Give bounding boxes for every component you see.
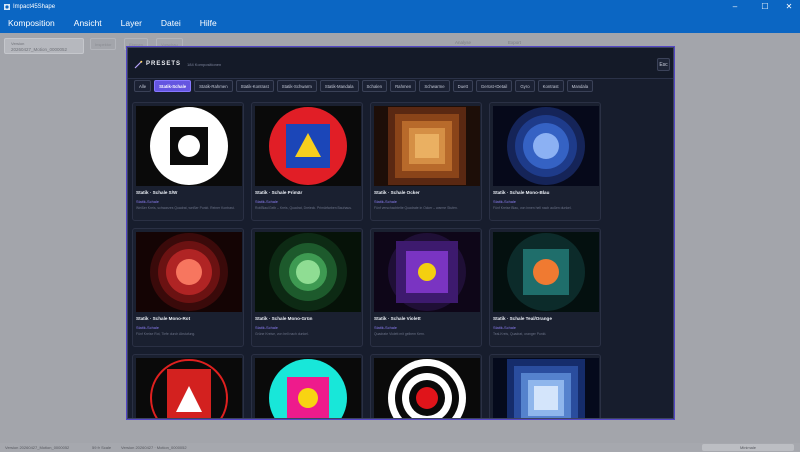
menu-hilfe[interactable]: Hilfe	[200, 18, 217, 28]
minimize-icon[interactable]: –	[722, 0, 748, 13]
dialog-subtitle: 184 Kompositionen	[187, 62, 222, 67]
preset-description: Weißer Kreis, schwarzes Quadrat, weißer …	[136, 206, 235, 210]
preset-title: Statik · Schale S/W	[136, 190, 178, 195]
preset-thumbnail	[255, 232, 361, 312]
status-bar: Version 20260427_Motion_0000052 59 fr Sc…	[0, 443, 800, 452]
preset-thumbnail	[374, 358, 480, 418]
inspector-button[interactable]: Inspektor	[90, 38, 117, 50]
status-motion: Version 20260427 · Motion_0000052	[121, 445, 187, 450]
preset-thumbnail	[374, 232, 480, 312]
preset-category: Statik-Schale	[493, 199, 516, 204]
tab-duett[interactable]: Duett	[452, 80, 473, 92]
preset-card[interactable]: Statik · Schale Mono-Rot Statik-Schale F…	[132, 228, 244, 347]
tab-rahmen[interactable]: Rahmen	[390, 80, 417, 92]
preset-category: Statik-Schale	[136, 325, 159, 330]
preset-category: Statik-Schale	[136, 199, 159, 204]
tab-statik-rahmen[interactable]: Statik-Rahmen	[194, 80, 233, 92]
preset-description: Grüne Kreise, von hell nach dunkel.	[255, 332, 309, 336]
maximize-icon[interactable]: ☐	[752, 0, 778, 13]
preset-card[interactable]	[132, 354, 244, 418]
preset-card[interactable]: Statik · Schale Ocker Statik-Schale Fünf…	[370, 102, 482, 221]
tab-gyro[interactable]: Gyro	[515, 80, 535, 92]
analysis-link[interactable]: Analyse	[455, 40, 471, 45]
preset-description: Fünf Kreise Blau, von innen hell nach au…	[493, 206, 572, 210]
status-version: Version 20260427_Motion_0000052	[5, 445, 70, 450]
app-icon	[2, 2, 11, 11]
version-chip: Version 20260427_Motion_0000052	[4, 38, 84, 54]
preset-thumbnail	[493, 232, 599, 312]
preset-title: Statik · Schale Ocker	[374, 190, 420, 195]
preset-card[interactable]: Statik · Schale Teal/Orange Statik-Schal…	[489, 228, 601, 347]
tab-statik-mandala[interactable]: Statik-Mandala	[319, 80, 359, 92]
tab-geruest-detail[interactable]: Gerüst+Detail	[475, 80, 513, 92]
tab-schalen[interactable]: Schalen	[361, 80, 388, 92]
status-scale: 59 fr Scale	[92, 445, 112, 450]
preset-card[interactable]: Statik · Schale S/W Statik-Schale Weißer…	[132, 102, 244, 221]
preset-card[interactable]	[370, 354, 482, 418]
app-title: Impact45Shape	[13, 3, 56, 10]
preset-card[interactable]	[251, 354, 363, 418]
magic-wand-icon	[134, 60, 143, 69]
preset-description: Fünf verschachtelte Quadrate in Ocker – …	[374, 206, 458, 210]
preset-card[interactable]: Statik · Schale Mono-Blau Statik-Schale …	[489, 102, 601, 221]
preset-description: Quadrate Violett mit gelbem Kern.	[374, 332, 426, 336]
preset-grid: Statik · Schale S/W Statik-Schale Weißer…	[132, 102, 672, 418]
category-tabs: Alle Statik-Schale Statik-Rahmen Statik-…	[134, 80, 594, 92]
preset-category: Statik-Schale	[255, 199, 278, 204]
close-window-icon[interactable]: ✕	[776, 0, 800, 13]
version-chip-label: Version	[11, 41, 25, 46]
menu-layer[interactable]: Layer	[121, 18, 142, 28]
preset-title: Statik · Schale Mono-Grün	[255, 316, 313, 321]
version-chip-value: 20260427_Motion_0000052	[11, 47, 68, 52]
preset-thumbnail	[493, 106, 599, 186]
title-bar: Impact45Shape – ☐ ✕	[0, 0, 800, 13]
preset-category: Statik-Schale	[374, 325, 397, 330]
tab-kontrast[interactable]: Kontrast	[537, 80, 564, 92]
menu-datei[interactable]: Datei	[161, 18, 181, 28]
preset-card[interactable]: Statik · Schale Mono-Grün Statik-Schale …	[251, 228, 363, 347]
preset-title: Statik · Schale Mono-Rot	[136, 316, 191, 321]
preset-thumbnail	[136, 106, 242, 186]
tab-statik-schwarm[interactable]: Statik-Schwarm	[276, 80, 317, 92]
tab-schwarme[interactable]: Schwarme	[419, 80, 450, 92]
menu-bar: Komposition Ansicht Layer Datei Hilfe	[0, 13, 800, 33]
preset-description: Rot/Blau/Gelb – Kreis, Quadrat, Dreieck.…	[255, 206, 352, 210]
preset-thumbnail	[136, 358, 242, 418]
close-dialog-button[interactable]: Esc	[657, 58, 670, 71]
preset-title: Statik · Schale Violett	[374, 316, 421, 321]
dialog-header: PRESETS 184 Kompositionen Esc	[128, 48, 673, 79]
menu-ansicht[interactable]: Ansicht	[74, 18, 102, 28]
tab-statik-schale[interactable]: Statik-Schale	[154, 80, 192, 92]
preset-thumbnail	[493, 358, 599, 418]
preset-category: Statik-Schale	[255, 325, 278, 330]
preset-title: Statik · Schale Mono-Blau	[493, 190, 550, 195]
preset-description: Teal-Kreis, Quadrat, oranger Punkt.	[493, 332, 547, 336]
preset-thumbnail	[374, 106, 480, 186]
tab-statik-kontrast[interactable]: Statik-Kontrast	[235, 80, 274, 92]
tab-mandala[interactable]: Mandala	[566, 80, 594, 92]
preset-thumbnail	[136, 232, 242, 312]
preset-thumbnail	[255, 358, 361, 418]
presets-dialog: PRESETS 184 Kompositionen Esc Alle Stati…	[127, 47, 674, 419]
preset-card[interactable]	[489, 354, 601, 418]
preset-category: Statik-Schale	[493, 325, 516, 330]
menu-komposition[interactable]: Komposition	[8, 18, 55, 28]
preset-card[interactable]: Statik · Schale Violett Statik-Schale Qu…	[370, 228, 482, 347]
minimal-button[interactable]: Minimale	[702, 444, 794, 451]
export-link[interactable]: Export	[508, 40, 521, 45]
preset-title: Statik · Schale Primär	[255, 190, 303, 195]
preset-description: Fünf Kreise Rot, Tiefe durch Abstufung.	[136, 332, 196, 336]
preset-category: Statik-Schale	[374, 199, 397, 204]
tab-alle[interactable]: Alle	[134, 80, 152, 92]
preset-title: Statik · Schale Teal/Orange	[493, 316, 552, 321]
preset-thumbnail	[255, 106, 361, 186]
preset-card[interactable]: Statik · Schale Primär Statik-Schale Rot…	[251, 102, 363, 221]
dialog-title: PRESETS	[146, 61, 182, 67]
